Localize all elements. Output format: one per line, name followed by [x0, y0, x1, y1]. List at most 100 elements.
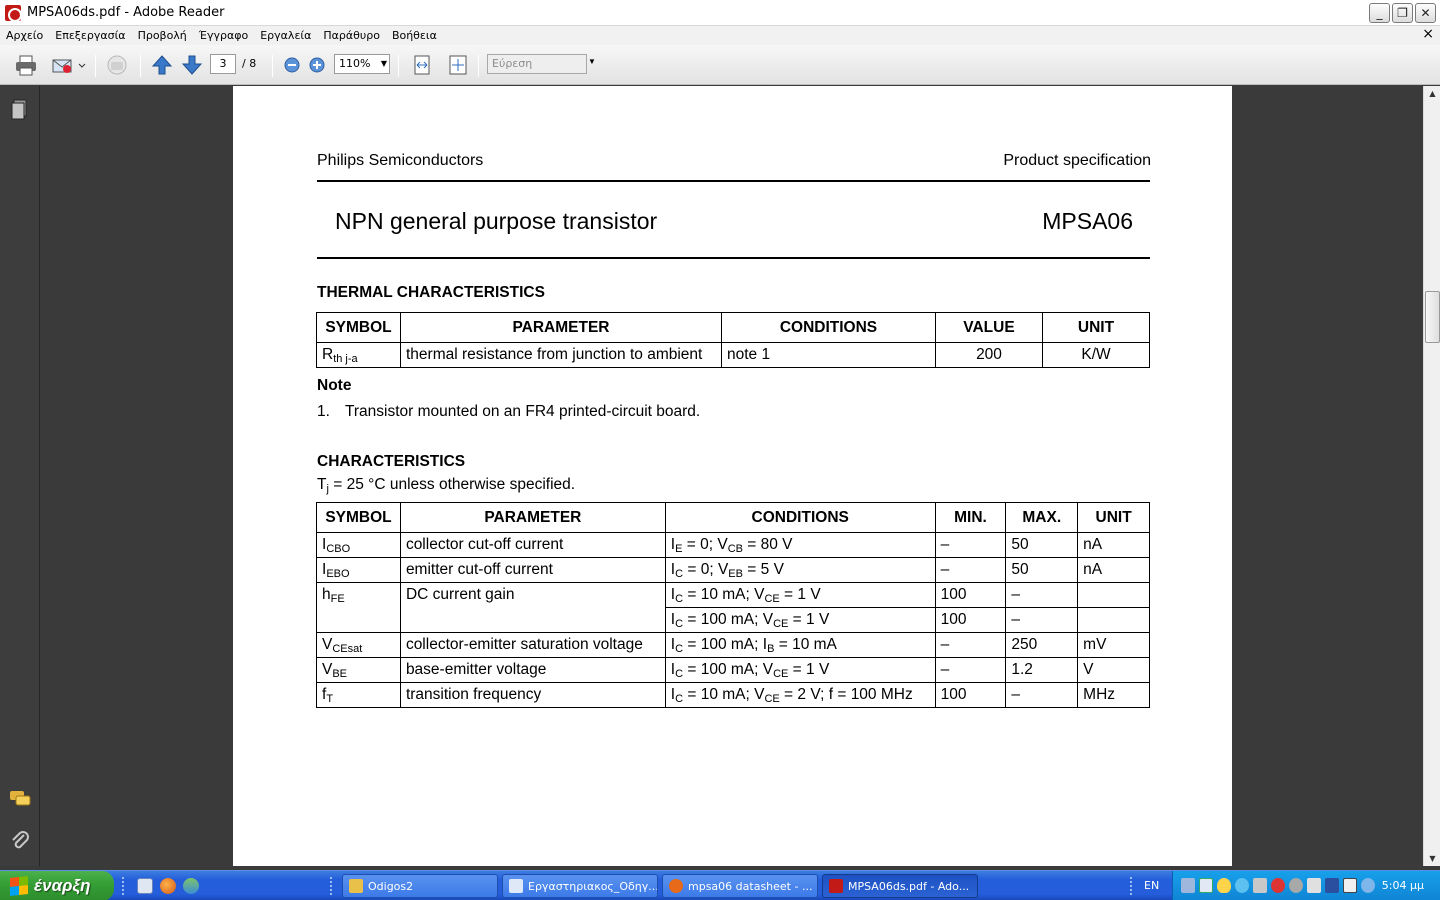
page-number-input[interactable]: 3 [210, 54, 236, 74]
search-dropdown-icon[interactable]: ▼ [588, 57, 596, 66]
fit-page-icon [449, 55, 467, 75]
messenger-icon[interactable] [183, 878, 199, 894]
email-button[interactable] [50, 53, 88, 77]
condition-text: = 1 V [788, 610, 830, 628]
conditions-cell: IC = 100 mA; IB = 10 mA [664, 632, 936, 658]
task-button-adobe-reader[interactable]: MPSA06ds.pdf - Ado... [822, 874, 978, 898]
menu-tools[interactable]: Εργαλεία [254, 29, 317, 42]
printer-icon [16, 55, 36, 76]
maximize-button[interactable]: ❐ [1392, 3, 1413, 23]
unit-cell: V [1077, 657, 1150, 683]
menu-window[interactable]: Παράθυρο [317, 29, 386, 42]
max-cell: 1.2 [1005, 657, 1079, 683]
monitor-icon[interactable] [1343, 878, 1357, 893]
fit-width-icon [414, 55, 430, 75]
minimize-button[interactable]: _ [1369, 3, 1390, 23]
document-icon [509, 879, 523, 893]
previous-page-button[interactable] [150, 53, 174, 77]
task-button-firefox[interactable]: mpsa06 datasheet - ... [662, 874, 818, 898]
symbol-subscript: CEsat [332, 642, 363, 655]
symbol-subscript: CBO [326, 542, 351, 555]
volume-icon[interactable] [1361, 878, 1375, 893]
hand-tool-button[interactable] [102, 53, 132, 77]
search-input[interactable]: Εύρεση [487, 54, 587, 74]
paperclip-icon [12, 831, 29, 849]
skype-icon[interactable] [1235, 878, 1249, 893]
column-header: CONDITIONS [664, 502, 936, 533]
task-label: Odigos2 [368, 879, 414, 893]
column-header: PARAMETER [400, 312, 722, 343]
system-tray: 5:04 μμ [1172, 871, 1440, 900]
fit-page-button[interactable] [446, 53, 470, 77]
conditions-cell: IC = 0; VEB = 5 V [664, 557, 936, 583]
toolbar: 3 / 8 110% ▼ Εύρεση ▼ [0, 45, 1440, 85]
windows-logo-icon [10, 876, 28, 896]
menu-edit[interactable]: Επεξεργασία [49, 29, 131, 42]
menu-file[interactable]: Αρχείο [0, 29, 49, 42]
document-title: NPN general purpose transistor [335, 208, 658, 234]
usb-icon[interactable] [1307, 878, 1321, 893]
pages-panel-button[interactable] [9, 98, 31, 120]
characteristics-conditions: Tj = 25 °C unless otherwise specified. [317, 476, 575, 495]
table-row: fT transition frequency IC = 10 mA; VCE = … [316, 682, 1150, 708]
title-bar: MPSA06ds.pdf - Adobe Reader _ ❐ ✕ [0, 0, 1440, 26]
update-icon[interactable] [1271, 878, 1285, 893]
conditions-cell: IC = 10 mA; VCE = 1 V [664, 582, 936, 608]
parameter-cell: collector-emitter saturation voltage [399, 632, 666, 658]
document-view[interactable]: Philips Semiconductors Product specifica… [41, 86, 1423, 866]
condition-text: = 0; V [683, 560, 729, 578]
toolbar-separator [398, 55, 399, 77]
messenger-status-icon[interactable] [1289, 878, 1303, 893]
menu-view[interactable]: Προβολή [132, 29, 193, 42]
task-label: Εργαστηριακος_Οδηγ... [528, 879, 658, 893]
task-button-odigos2[interactable]: Odigos2 [342, 874, 498, 898]
conditions-cell: note 1 [721, 342, 936, 368]
display-icon[interactable] [1253, 878, 1267, 893]
table-row: IEBO emitter cut-off current IC = 0; VEB =… [316, 557, 1150, 583]
column-header: PARAMETER [399, 502, 666, 533]
zoom-in-button[interactable] [307, 53, 327, 77]
zoom-level-select[interactable]: 110% ▼ [334, 54, 390, 74]
system-clock[interactable]: 5:04 μμ [1382, 879, 1424, 892]
parameter-cell: base-emitter voltage [399, 657, 666, 683]
attachments-panel-button[interactable] [9, 830, 31, 852]
zoom-out-button[interactable] [282, 53, 302, 77]
menu-document[interactable]: Έγγραφο [193, 29, 254, 42]
scroll-thumb[interactable] [1425, 291, 1440, 343]
show-desktop-icon[interactable] [137, 878, 153, 894]
condition-text: = 1 V [788, 660, 830, 678]
unit-cell [1077, 582, 1150, 608]
min-cell: – [934, 557, 1007, 583]
security-shield-icon[interactable] [1217, 878, 1231, 893]
min-cell: 100 [934, 682, 1007, 708]
taskbar-grip [1130, 877, 1133, 895]
unit-cell: nA [1077, 557, 1150, 583]
vertical-scrollbar[interactable]: ▲ ▼ [1423, 86, 1440, 866]
scroll-down-arrow[interactable]: ▼ [1425, 851, 1440, 866]
max-cell: – [1005, 582, 1079, 608]
min-cell: – [934, 532, 1007, 558]
symbol-subscript: EBO [326, 567, 350, 580]
task-button-word-doc[interactable]: Εργαστηριακος_Οδηγ... [502, 874, 658, 898]
network-icon[interactable] [1181, 878, 1195, 893]
next-page-button[interactable] [180, 53, 204, 77]
close-document-icon[interactable]: × [1422, 26, 1434, 42]
print-button[interactable] [12, 53, 40, 77]
scroll-up-arrow[interactable]: ▲ [1425, 86, 1440, 101]
language-indicator[interactable]: EN [1144, 879, 1159, 892]
firefox-icon[interactable] [160, 878, 176, 894]
table-header-row: SYMBOL PARAMETER CONDITIONS VALUE UNIT [316, 312, 1150, 343]
conditions-cell: IC = 100 mA; VCE = 1 V [664, 657, 936, 683]
folder-icon [349, 879, 363, 893]
menu-help[interactable]: Βοήθεια [386, 29, 443, 42]
fit-width-button[interactable] [410, 53, 434, 77]
symbol-cell: hFE [316, 582, 401, 633]
note-title: Note [317, 377, 352, 394]
condition-text: = 10 mA [774, 635, 837, 653]
condition-subscript: C [675, 567, 684, 580]
start-button[interactable]: έναρξη [0, 871, 114, 900]
close-button[interactable]: ✕ [1415, 3, 1436, 23]
bluetooth-icon[interactable] [1325, 878, 1339, 893]
antivirus-icon[interactable] [1199, 878, 1213, 893]
comments-panel-button[interactable] [9, 788, 31, 810]
